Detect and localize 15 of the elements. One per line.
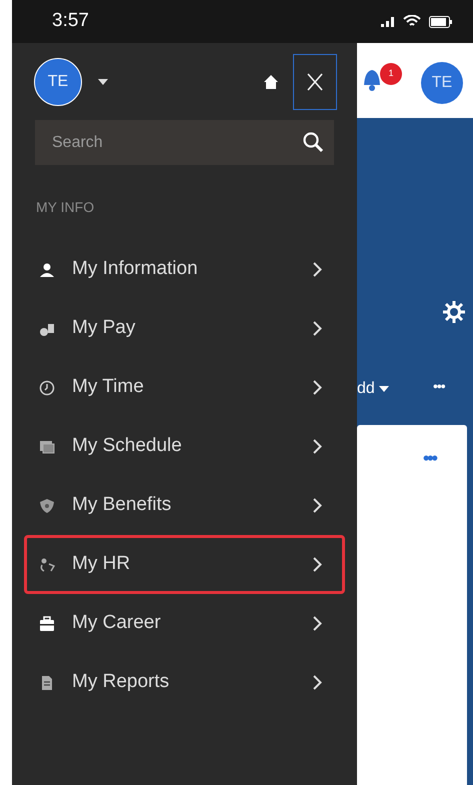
menu-item[interactable]: My Time — [24, 358, 345, 417]
section-heading: MY INFO — [36, 198, 94, 217]
add-button[interactable]: dd — [357, 377, 389, 401]
more-button[interactable]: ••• — [433, 376, 445, 397]
menu-item[interactable]: My Reports — [24, 653, 345, 712]
menu-item[interactable]: My Information — [24, 240, 345, 299]
search-field[interactable]: Search — [35, 120, 334, 165]
menu-item[interactable]: My Schedule — [24, 417, 345, 476]
avatar[interactable]: TE — [34, 58, 82, 106]
menu-item[interactable]: My Pay — [24, 299, 345, 358]
status-time: 3:57 — [52, 9, 89, 34]
menu-item[interactable]: My HR — [24, 535, 345, 594]
menu-item[interactable]: My Benefits — [24, 476, 345, 535]
menu-item[interactable]: My Career — [24, 594, 345, 653]
card-more-button[interactable]: ••• — [423, 445, 436, 472]
